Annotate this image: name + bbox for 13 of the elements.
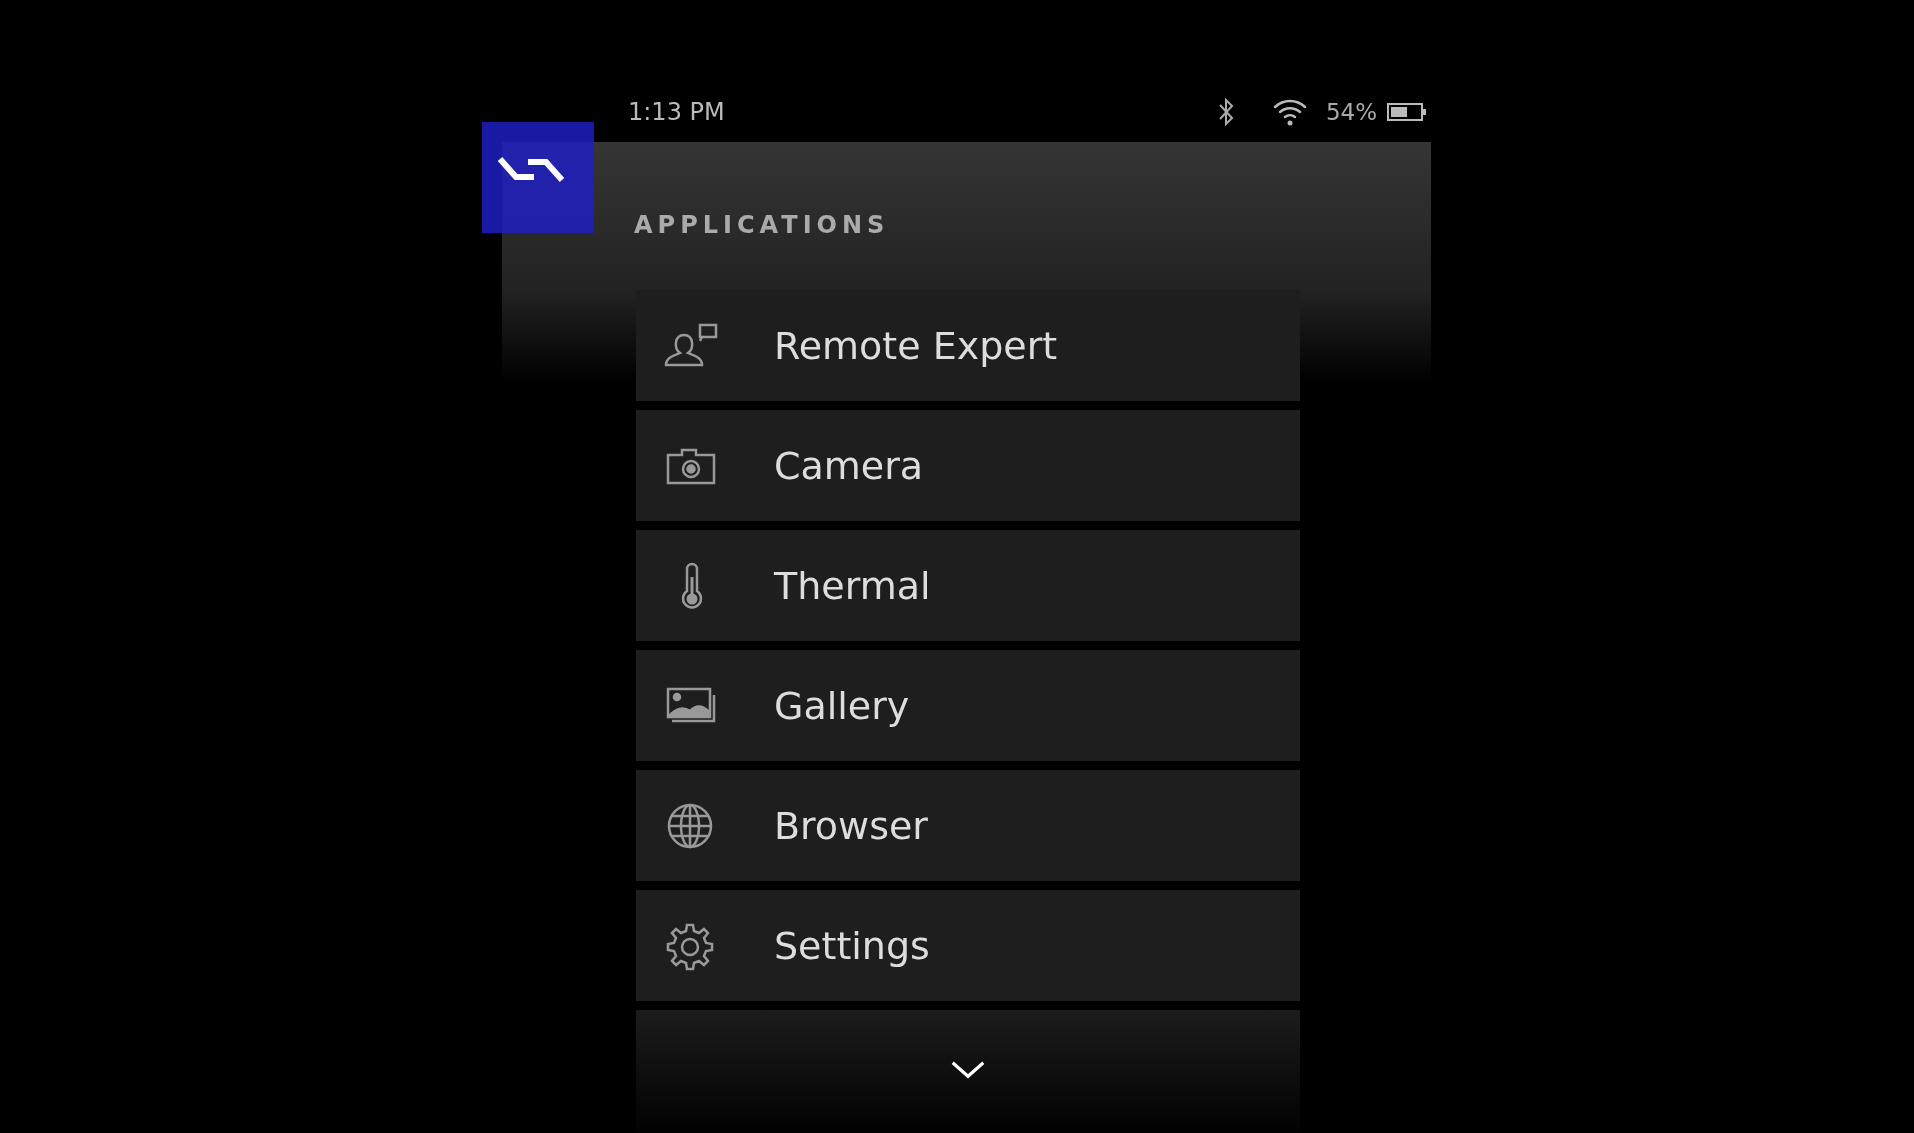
battery-icon [1387,103,1427,121]
chevron-down-icon [950,1060,986,1080]
logo-icon [482,122,594,233]
wifi-icon [1271,97,1308,127]
section-title: APPLICATIONS [634,210,891,240]
app-menu-item[interactable]: Settings [636,890,1300,1001]
app-menu-item[interactable]: Gallery [636,650,1300,761]
status-time: 1:13 PM [628,97,725,128]
app-menu-item[interactable]: Remote Expert [636,290,1300,401]
battery-percentage: 54% [1325,99,1377,125]
app-menu-item[interactable]: Camera [636,410,1300,521]
app-menu-item[interactable]: Thermal [636,530,1300,641]
app-menu-item[interactable]: Browser [636,770,1300,881]
